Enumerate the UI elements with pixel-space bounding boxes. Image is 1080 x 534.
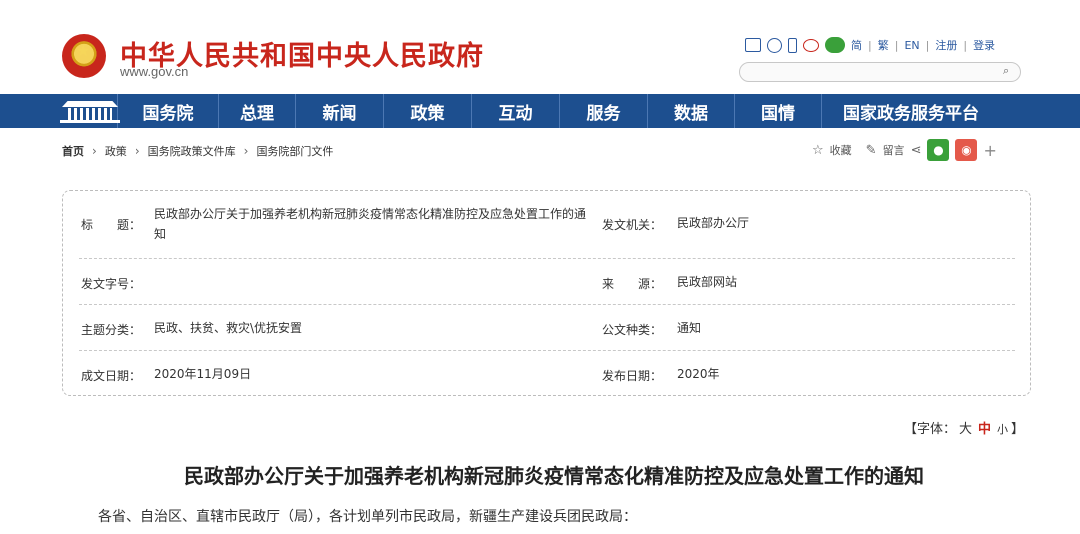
link-register[interactable]: 注册: [935, 37, 957, 53]
favorite-button[interactable]: 收藏: [830, 142, 852, 158]
nav-item-premier[interactable]: 总理: [219, 94, 296, 128]
nav-item-data[interactable]: 数据: [648, 94, 735, 128]
message-icon[interactable]: [767, 37, 782, 53]
title-value: 民政部办公厅关于加强养老机构新冠肺炎疫情常态化精准防控及应急处置工作的通知: [154, 207, 587, 241]
chevron-right-icon: ›: [134, 144, 140, 158]
link-english[interactable]: EN: [904, 39, 919, 52]
document-info-table: 标 题： 民政部办公厅关于加强养老机构新冠肺炎疫情常态化精准防控及应急处置工作的…: [62, 190, 1031, 396]
share-icon[interactable]: ⋖: [911, 143, 922, 158]
font-ctrl-prefix: 【字体：: [904, 422, 957, 437]
type-label: 公文种类：: [602, 323, 663, 337]
font-size-control: 【字体：大中小】: [904, 418, 1024, 437]
pub-date-label: 发布日期：: [602, 369, 663, 383]
topic-label: 主题分类：: [81, 323, 142, 337]
link-login[interactable]: 登录: [973, 37, 995, 53]
plus-icon[interactable]: +: [983, 141, 996, 160]
date-value: 2020年11月09日: [154, 367, 252, 381]
pencil-icon[interactable]: ✎: [866, 143, 877, 158]
nav-item-policy[interactable]: 政策: [384, 94, 472, 128]
weibo-icon[interactable]: [803, 38, 819, 52]
source-label: 来 源：: [602, 277, 663, 291]
star-icon[interactable]: ☆: [812, 143, 824, 158]
topic-value: 民政、扶贫、救灾\优抚安置: [154, 321, 303, 335]
separator: |: [894, 38, 899, 52]
site-header: ★ 中华人民共和国中央人民政府 www.gov.cn 简 | 繁 | EN | …: [0, 0, 1080, 94]
breadcrumb: 首页 › 政策 › 国务院政策文件库 › 国务院部门文件: [62, 143, 333, 159]
type-value: 通知: [677, 321, 702, 335]
separator: |: [963, 38, 968, 52]
mobile-icon[interactable]: [788, 37, 797, 53]
weibo-share-icon[interactable]: ◉: [955, 139, 978, 161]
issuer-value: 民政部办公厅: [677, 216, 750, 230]
font-large-button[interactable]: 大: [959, 422, 972, 437]
date-label: 成文日期：: [81, 369, 142, 383]
font-small-button[interactable]: 小: [997, 423, 1008, 436]
search-input[interactable]: [739, 62, 1021, 82]
comment-button[interactable]: 留言: [883, 142, 905, 158]
document-first-line: 各省、自治区、直辖市民政厅（局），各计划单列市民政局，新疆生产建设兵团民政局：: [98, 509, 637, 525]
info-row: 主题分类： 民政、扶贫、救灾\优抚安置 公文种类： 通知: [79, 305, 1015, 351]
nav-item-service-platform[interactable]: 国家政务服务平台: [822, 94, 1000, 128]
document-title: 民政部办公厅关于加强养老机构新冠肺炎疫情常态化精准防控及应急处置工作的通知: [184, 464, 924, 488]
pub-date-value: 2020年: [677, 367, 720, 381]
nav-item-state-council[interactable]: 国务院: [118, 94, 219, 128]
font-ctrl-suffix: 】: [1011, 422, 1025, 437]
source-value: 民政部网站: [677, 275, 738, 289]
breadcrumb-department-docs[interactable]: 国务院部门文件: [256, 143, 333, 159]
breadcrumb-home[interactable]: 首页: [62, 143, 84, 159]
mail-icon[interactable]: [745, 38, 761, 52]
top-links: 简 | 繁 | EN | 注册 | 登录: [745, 36, 995, 54]
nav-item-services[interactable]: 服务: [560, 94, 648, 128]
issuer-label: 发文机关：: [602, 218, 663, 232]
info-row: 标 题： 民政部办公厅关于加强养老机构新冠肺炎疫情常态化精准防控及应急处置工作的…: [79, 191, 1015, 259]
info-row: 成文日期： 2020年11月09日 发布日期： 2020年: [79, 351, 1015, 395]
breadcrumb-policy-library[interactable]: 国务院政策文件库: [148, 143, 236, 159]
nav-item-news[interactable]: 新闻: [296, 94, 384, 128]
docno-label: 发文字号：: [81, 277, 142, 291]
chevron-right-icon: ›: [92, 144, 97, 158]
nav-item-interaction[interactable]: 互动: [472, 94, 560, 128]
page-tools: ☆ 收藏 ✎ 留言 ⋖ ● ◉ +: [812, 139, 997, 161]
search-icon[interactable]: ⌕: [1003, 65, 1015, 77]
title-label: 标 题：: [81, 218, 142, 232]
breadcrumb-policy[interactable]: 政策: [105, 143, 127, 159]
separator: |: [925, 38, 930, 52]
link-traditional[interactable]: 繁: [878, 37, 889, 53]
separator: |: [868, 38, 872, 52]
chevron-right-icon: ›: [243, 144, 249, 158]
wechat-share-icon[interactable]: ●: [927, 139, 950, 161]
national-emblem-icon: ★: [62, 34, 106, 78]
site-url: www.gov.cn: [120, 64, 189, 79]
main-nav: 国务院 总理 新闻 政策 互动 服务 数据 国情 国家政务服务平台: [0, 94, 1080, 128]
tiananmen-logo-icon[interactable]: [0, 94, 120, 128]
nav-item-national-info[interactable]: 国情: [735, 94, 822, 128]
info-row: 发文字号： 来 源： 民政部网站: [79, 259, 1015, 305]
link-simplified[interactable]: 简: [851, 37, 862, 53]
font-medium-button[interactable]: 中: [978, 422, 991, 437]
wechat-icon[interactable]: [825, 37, 845, 53]
